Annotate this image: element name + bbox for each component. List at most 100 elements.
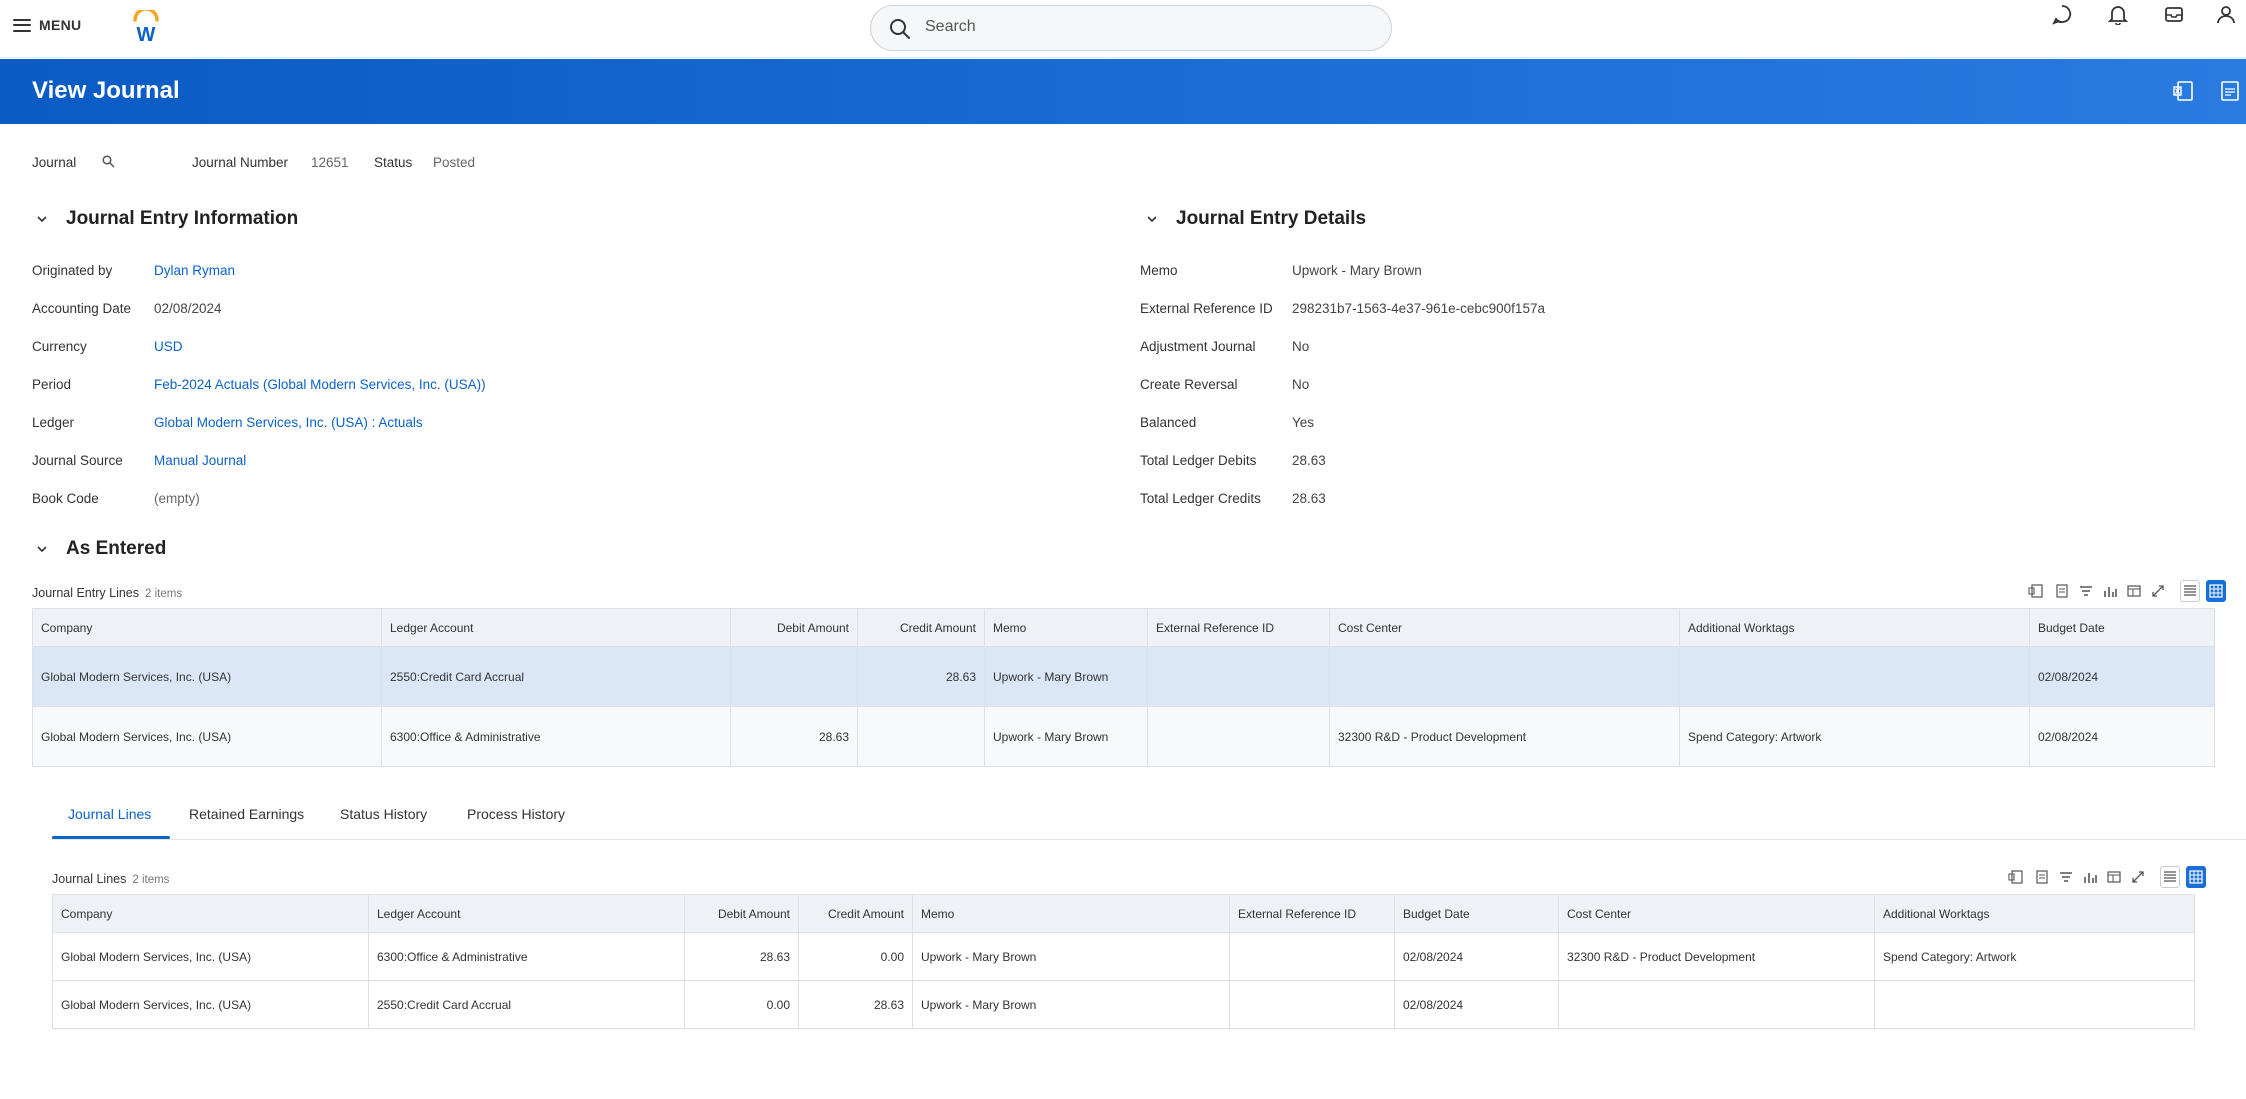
grid-toolbar [2026, 580, 2230, 604]
table-row[interactable]: Global Modern Services, Inc. (USA) 2550:… [32, 646, 2215, 707]
fullscreen-icon[interactable] [2128, 866, 2148, 888]
originated-by-link[interactable]: Dylan Ryman [154, 263, 235, 278]
budget-date-cell: 02/08/2024 [2029, 646, 2215, 707]
column-header-cost-center[interactable]: Cost Center [1329, 608, 1680, 647]
journal-lines-table: Company Ledger Account Debit Amount Cred… [52, 894, 2195, 1029]
as-entered-header[interactable]: As Entered [34, 538, 166, 560]
table-row[interactable]: Global Modern Services, Inc. (USA) 6300:… [32, 706, 2215, 767]
journal-search-icon[interactable] [102, 155, 115, 171]
export-excel-icon[interactable] [2026, 580, 2046, 602]
column-header-company[interactable]: Company [52, 894, 369, 933]
journal-entry-information-header[interactable]: Journal Entry Information [34, 208, 298, 230]
top-bar: MENU W Search [0, 0, 2246, 58]
svg-text:W: W [137, 24, 156, 44]
tab-status-history[interactable]: Status History [340, 806, 427, 822]
ledger-account-link[interactable]: 2550:Credit Card Accrual [381, 646, 731, 707]
menu-button[interactable]: MENU [13, 17, 81, 33]
tab-bar: Journal Lines Retained Earnings Status H… [52, 800, 2246, 840]
company-link[interactable]: Global Modern Services, Inc. (USA) [32, 646, 382, 707]
column-header-debit-amount[interactable]: Debit Amount [684, 894, 799, 933]
column-header-budget-date[interactable]: Budget Date [2029, 608, 2215, 647]
export-excel-icon[interactable] [2006, 866, 2026, 888]
chevron-down-icon[interactable] [34, 541, 50, 557]
column-header-cost-center[interactable]: Cost Center [1558, 894, 1875, 933]
tab-journal-lines[interactable]: Journal Lines [68, 806, 151, 822]
grid-view-icon[interactable] [2186, 866, 2206, 888]
total-ledger-credits-value: 28.63 [1292, 491, 1326, 506]
company-link[interactable]: Global Modern Services, Inc. (USA) [32, 706, 382, 767]
export-excel-icon[interactable] [2172, 79, 2196, 103]
column-header-credit-amount[interactable]: Credit Amount [857, 608, 985, 647]
chevron-down-icon[interactable] [34, 211, 50, 227]
filter-icon[interactable] [2056, 866, 2076, 888]
search-bar[interactable]: Search [870, 5, 1392, 51]
chevron-down-icon[interactable] [1144, 211, 1160, 227]
additional-worktags-link[interactable]: Spend Category: Artwork [1874, 932, 2195, 981]
inbox-icon[interactable] [2160, 0, 2188, 28]
status-value: Posted [433, 155, 476, 170]
journal-source-link[interactable]: Manual Journal [154, 453, 246, 468]
column-header-additional-worktags[interactable]: Additional Worktags [1874, 894, 2195, 933]
currency-link[interactable]: USD [154, 339, 183, 354]
export-pdf-icon[interactable] [2218, 79, 2242, 103]
fullscreen-icon[interactable] [2148, 580, 2168, 602]
chart-icon[interactable] [2080, 866, 2100, 888]
export-pdf-icon[interactable] [2032, 866, 2052, 888]
search-input[interactable]: Search [925, 18, 976, 36]
cost-center-link[interactable] [1558, 980, 1875, 1029]
budget-date-cell: 02/08/2024 [1394, 932, 1559, 981]
additional-worktags-link[interactable] [1679, 646, 2030, 707]
profile-icon[interactable] [2212, 0, 2240, 28]
journal-entry-details-header[interactable]: Journal Entry Details [1144, 208, 1366, 230]
credit-amount-cell: 28.63 [798, 980, 913, 1029]
table-row[interactable]: Global Modern Services, Inc. (USA) 2550:… [52, 980, 2195, 1029]
cost-center-link[interactable] [1329, 646, 1680, 707]
workday-logo-icon[interactable]: W [130, 7, 162, 46]
debit-amount-cell: 0.00 [684, 980, 799, 1029]
grid-view-icon[interactable] [2206, 580, 2226, 602]
column-header-credit-amount[interactable]: Credit Amount [798, 894, 913, 933]
cost-center-link[interactable]: 32300 R&D - Product Development [1329, 706, 1680, 767]
table-row[interactable]: Global Modern Services, Inc. (USA) 6300:… [52, 932, 2195, 981]
table-view-icon[interactable] [2180, 580, 2200, 602]
column-header-ledger-account[interactable]: Ledger Account [368, 894, 685, 933]
column-config-icon[interactable] [2104, 866, 2124, 888]
cost-center-link[interactable]: 32300 R&D - Product Development [1558, 932, 1875, 981]
ledger-link[interactable]: Global Modern Services, Inc. (USA) : Act… [154, 415, 423, 430]
ledger-account-link[interactable]: 6300:Office & Administrative [368, 932, 685, 981]
memo-cell: Upwork - Mary Brown [912, 932, 1230, 981]
company-link[interactable]: Global Modern Services, Inc. (USA) [52, 980, 369, 1029]
external-reference-id-cell [1229, 932, 1395, 981]
column-header-additional-worktags[interactable]: Additional Worktags [1679, 608, 2030, 647]
column-header-company[interactable]: Company [32, 608, 382, 647]
journal-label: Journal [32, 155, 77, 170]
hamburger-icon [13, 18, 31, 32]
column-header-debit-amount[interactable]: Debit Amount [730, 608, 858, 647]
tab-process-history[interactable]: Process History [467, 806, 565, 822]
memo-cell: Upwork - Mary Brown [984, 646, 1148, 707]
status-label: Status [374, 155, 413, 170]
chat-icon[interactable] [2048, 0, 2076, 28]
period-link[interactable]: Feb-2024 Actuals (Global Modern Services… [154, 377, 486, 392]
ledger-account-link[interactable]: 2550:Credit Card Accrual [368, 980, 685, 1029]
ledger-label: Ledger [32, 415, 75, 430]
tab-retained-earnings[interactable]: Retained Earnings [189, 806, 304, 822]
column-config-icon[interactable] [2124, 580, 2144, 602]
table-view-icon[interactable] [2160, 866, 2180, 888]
additional-worktags-link[interactable]: Spend Category: Artwork [1679, 706, 2030, 767]
bell-icon[interactable] [2104, 0, 2132, 28]
column-header-ledger-account[interactable]: Ledger Account [381, 608, 731, 647]
company-link[interactable]: Global Modern Services, Inc. (USA) [52, 932, 369, 981]
column-header-budget-date[interactable]: Budget Date [1394, 894, 1559, 933]
column-header-memo[interactable]: Memo [912, 894, 1230, 933]
filter-icon[interactable] [2076, 580, 2096, 602]
column-header-memo[interactable]: Memo [984, 608, 1148, 647]
memo-value: Upwork - Mary Brown [1292, 263, 1422, 278]
additional-worktags-link[interactable] [1874, 980, 2195, 1029]
column-header-external-reference-id[interactable]: External Reference ID [1229, 894, 1395, 933]
export-pdf-icon[interactable] [2052, 580, 2072, 602]
column-header-external-reference-id[interactable]: External Reference ID [1147, 608, 1330, 647]
ledger-account-link[interactable]: 6300:Office & Administrative [381, 706, 731, 767]
journal-entry-lines-label: Journal Entry Lines 2 items [32, 586, 182, 600]
chart-icon[interactable] [2100, 580, 2120, 602]
